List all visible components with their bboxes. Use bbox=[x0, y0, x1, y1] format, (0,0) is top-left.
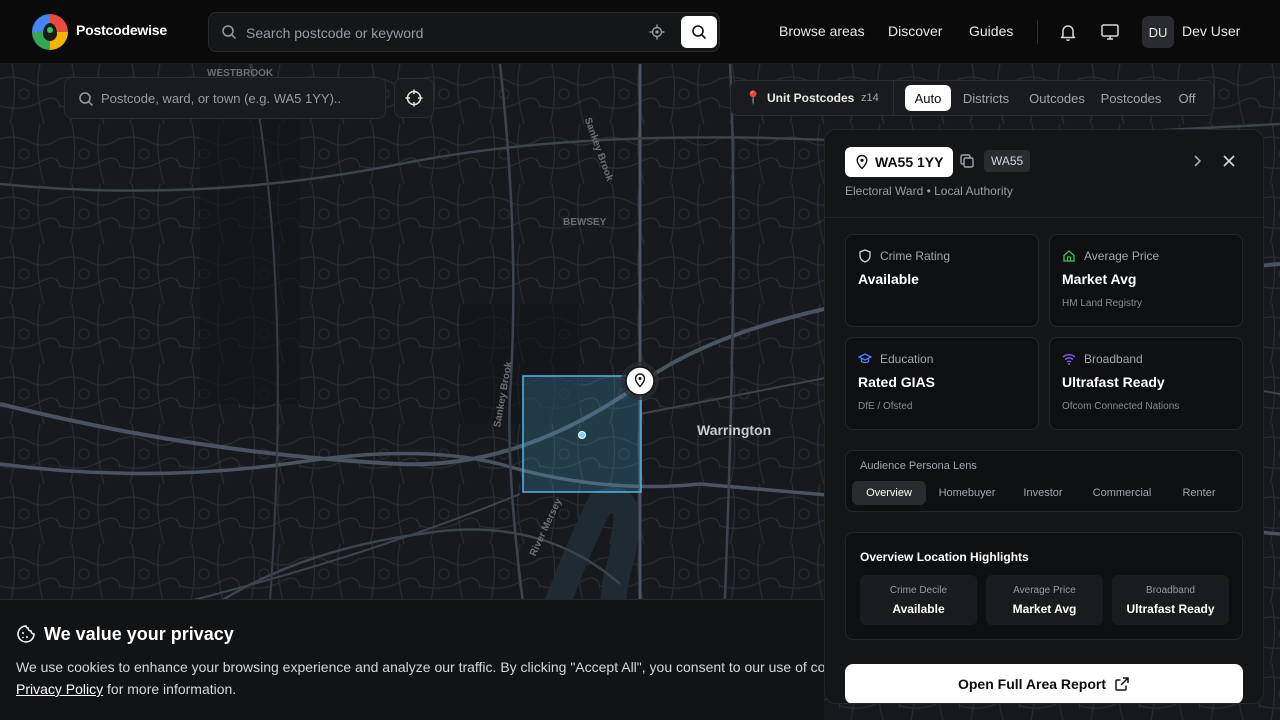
postcode-value: WA55 1YY bbox=[875, 154, 944, 170]
card-value: Market Avg bbox=[1062, 271, 1137, 287]
map-label-town: Warrington bbox=[697, 422, 772, 438]
global-search[interactable]: Search postcode or keyword bbox=[208, 12, 720, 52]
district-badge[interactable]: WA55 bbox=[984, 150, 1031, 172]
tab-homebuyer[interactable]: Homebuyer bbox=[930, 481, 1004, 505]
highlights-title: Overview Location Highlights bbox=[860, 550, 1029, 564]
highlight-value: Market Avg bbox=[1012, 602, 1077, 616]
mode-auto[interactable]: Auto bbox=[905, 85, 951, 111]
cookie-title: We value your privacy bbox=[44, 624, 234, 644]
close-icon[interactable] bbox=[1220, 152, 1238, 170]
avatar[interactable]: DU bbox=[1142, 16, 1174, 48]
search-icon bbox=[79, 92, 94, 107]
panel-header: WA55 1YY WA55 Electoral Ward • Local Aut… bbox=[825, 130, 1263, 218]
highlight-label: Average Price bbox=[1013, 585, 1076, 596]
open-report-button[interactable]: Open Full Area Report bbox=[845, 664, 1243, 703]
tab-commercial[interactable]: Commercial bbox=[1082, 481, 1162, 505]
logo-icon[interactable] bbox=[32, 14, 68, 50]
top-bar: Postcodewise Search postcode or keyword … bbox=[0, 0, 1280, 64]
privacy-policy-link[interactable]: Privacy Policy bbox=[16, 681, 103, 697]
mode-districts[interactable]: Districts bbox=[957, 85, 1015, 111]
panel-subtitle: Electoral Ward • Local Authority bbox=[845, 184, 1013, 198]
cookie-banner: We value your privacy We use cookies to … bbox=[0, 599, 824, 720]
search-button[interactable] bbox=[681, 16, 717, 48]
highlight-item: Average Price Market Avg bbox=[986, 575, 1103, 625]
postcode-chip[interactable]: WA55 1YY bbox=[845, 147, 954, 177]
area-panel: WA55 1YY WA55 Electoral Ward • Local Aut… bbox=[824, 129, 1264, 704]
zoom-level: z14 bbox=[861, 92, 879, 104]
graduation-cap-icon bbox=[858, 353, 872, 364]
nav-browse-areas[interactable]: Browse areas bbox=[779, 23, 865, 39]
monitor-icon[interactable] bbox=[1100, 22, 1120, 42]
card-title: Average Price bbox=[1084, 249, 1160, 263]
divider bbox=[893, 81, 894, 115]
search-icon bbox=[222, 25, 237, 40]
mode-postcodes[interactable]: Postcodes bbox=[1099, 85, 1163, 111]
broadband-card[interactable]: Broadband Ultrafast Ready Ofcom Connecte… bbox=[1049, 337, 1243, 430]
tab-overview[interactable]: Overview bbox=[852, 481, 926, 505]
card-title: Broadband bbox=[1084, 352, 1143, 366]
card-source: DfE / Ofsted bbox=[858, 401, 913, 412]
nav-discover[interactable]: Discover bbox=[888, 23, 942, 39]
highlight-value: Available bbox=[892, 602, 945, 616]
card-source: Ofcom Connected Nations bbox=[1062, 401, 1180, 412]
highlight-value: Ultrafast Ready bbox=[1126, 602, 1215, 616]
card-value: Available bbox=[858, 271, 919, 287]
locate-me-button[interactable] bbox=[394, 78, 434, 118]
brand-name[interactable]: Postcodewise bbox=[76, 22, 167, 38]
card-title: Crime Rating bbox=[880, 249, 951, 263]
bell-icon[interactable] bbox=[1058, 22, 1078, 42]
mode-off[interactable]: Off bbox=[1169, 85, 1205, 111]
layer-label: Unit Postcodes bbox=[767, 91, 855, 105]
persona-title: Audience Persona Lens bbox=[860, 460, 977, 472]
cookie-tail: for more information. bbox=[107, 681, 237, 697]
mode-outcodes[interactable]: Outcodes bbox=[1021, 85, 1093, 111]
divider bbox=[1037, 20, 1038, 44]
highlight-label: Broadband bbox=[1146, 585, 1195, 596]
map-search[interactable]: Postcode, ward, or town (e.g. WA5 1YY).. bbox=[64, 77, 386, 119]
education-card[interactable]: Education Rated GIAS DfE / Ofsted bbox=[845, 337, 1039, 430]
crime-card[interactable]: Crime Rating Available bbox=[845, 234, 1039, 327]
card-value: Ultrafast Ready bbox=[1062, 374, 1165, 390]
highlight-item: Broadband Ultrafast Ready bbox=[1112, 575, 1229, 625]
layer-selector: 📍 Unit Postcodes z14 Auto Districts Outc… bbox=[730, 80, 1214, 116]
tab-investor[interactable]: Investor bbox=[1008, 481, 1078, 505]
cookie-icon bbox=[17, 625, 35, 643]
card-source: HM Land Registry bbox=[1062, 298, 1143, 309]
tab-renter[interactable]: Renter bbox=[1166, 481, 1232, 505]
search-icon bbox=[692, 25, 707, 40]
price-card[interactable]: Average Price Market Avg HM Land Registr… bbox=[1049, 234, 1243, 327]
cookie-more: Privacy Policy for more information. bbox=[16, 681, 236, 697]
card-title: Education bbox=[880, 352, 934, 366]
wifi-icon bbox=[1062, 354, 1076, 365]
highlight-label: Crime Decile bbox=[889, 585, 948, 596]
home-icon bbox=[1063, 250, 1075, 262]
locate-icon[interactable] bbox=[649, 24, 665, 40]
crosshair-icon bbox=[405, 89, 423, 107]
search-input[interactable]: Search postcode or keyword bbox=[246, 25, 423, 41]
nav-guides[interactable]: Guides bbox=[969, 23, 1013, 39]
pin-icon: 📍 bbox=[745, 90, 762, 105]
chevron-right-icon[interactable] bbox=[1188, 152, 1206, 170]
map-pin-icon bbox=[856, 154, 868, 170]
shield-icon bbox=[859, 249, 871, 263]
highlight-item: Crime Decile Available bbox=[860, 575, 977, 625]
card-value: Rated GIAS bbox=[858, 374, 936, 390]
copy-icon[interactable] bbox=[958, 152, 976, 170]
map-search-input[interactable]: Postcode, ward, or town (e.g. WA5 1YY).. bbox=[101, 91, 341, 106]
location-highlights: Overview Location Highlights Crime Decil… bbox=[845, 532, 1243, 640]
report-button-label: Open Full Area Report bbox=[957, 676, 1107, 692]
external-link-icon bbox=[1115, 677, 1129, 691]
persona-lens: Audience Persona Lens Overview Homebuyer… bbox=[845, 450, 1243, 512]
map-label-area: BEWSEY bbox=[563, 217, 607, 228]
user-name[interactable]: Dev User bbox=[1182, 23, 1240, 39]
cookie-body: We use cookies to enhance your browsing … bbox=[16, 659, 824, 675]
